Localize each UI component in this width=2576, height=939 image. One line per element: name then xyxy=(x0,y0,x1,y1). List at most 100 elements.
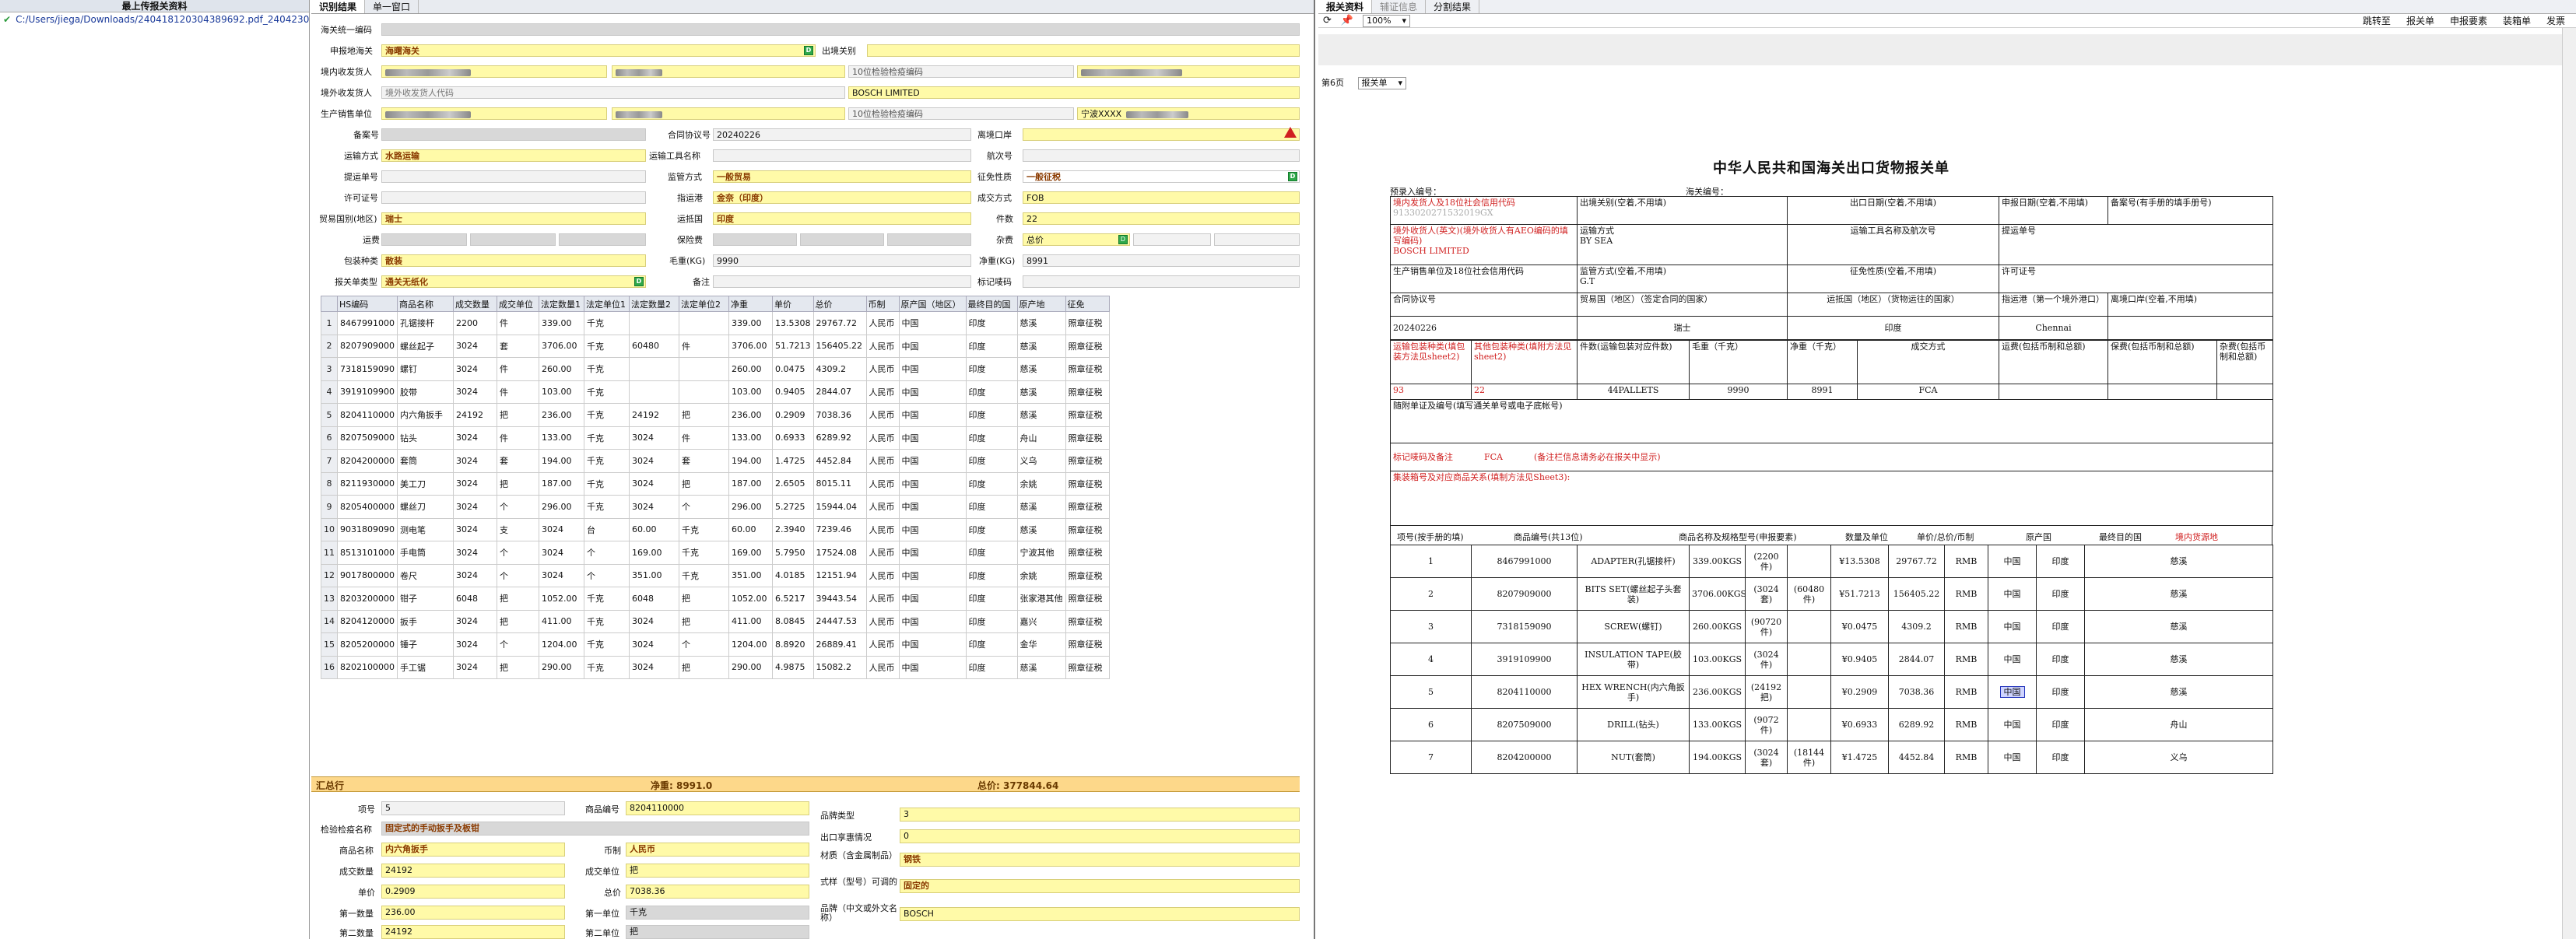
jump-declaration-button[interactable]: 报关单 xyxy=(2403,14,2437,27)
goods-col-header[interactable]: 成交数量 xyxy=(453,296,497,312)
table-cell[interactable]: 15944.04 xyxy=(812,495,867,519)
goods-col-header[interactable]: 商品名称 xyxy=(397,296,454,312)
table-cell[interactable]: 290.00 xyxy=(728,655,773,679)
table-cell[interactable]: 支 xyxy=(497,517,539,541)
table-cell[interactable]: 慈溪 xyxy=(1016,380,1066,404)
table-cell[interactable]: 10 xyxy=(321,517,338,541)
table-cell[interactable]: 103.00 xyxy=(728,380,773,404)
table-cell[interactable]: 351.00 xyxy=(629,563,679,587)
table-row[interactable]: 15 8205200000 锤子 3024 个 1204.00 千克 3024 个 1204.00… xyxy=(321,632,1110,657)
table-row[interactable]: 6 8207509000 钻头 3024 件 133.00 千克 3024 件 133.00 0.6… xyxy=(321,426,1110,450)
goods-col-header[interactable]: 币制 xyxy=(865,296,900,312)
table-cell[interactable]: 照章征税 xyxy=(1065,632,1110,657)
table-cell[interactable]: 6048 xyxy=(629,587,679,611)
file-item[interactable]: ✔ C:/Users/jiega/Downloads/2404181203043… xyxy=(0,12,309,26)
table-cell[interactable]: 中国 xyxy=(898,403,967,427)
table-cell[interactable]: 千克 xyxy=(584,311,630,335)
table-cell[interactable]: 296.00 xyxy=(728,495,773,519)
table-row[interactable]: 16 8202100000 手工锯 3024 把 290.00 千克 3024 把 290.00 4… xyxy=(321,655,1110,679)
table-cell[interactable]: 169.00 xyxy=(728,541,773,565)
name-field[interactable]: 内六角扳手 xyxy=(381,843,565,857)
tab-recognition[interactable]: 识别结果 xyxy=(311,0,366,13)
relation-field[interactable]: 通关无纸化 D xyxy=(381,275,646,288)
table-cell[interactable]: 3024 xyxy=(539,541,584,565)
deal-mode-field[interactable]: FOB xyxy=(1023,191,1300,204)
table-cell[interactable]: 照章征税 xyxy=(1065,517,1110,541)
table-cell[interactable]: 60.00 xyxy=(728,517,773,541)
table-cell[interactable]: 人民币 xyxy=(865,495,900,519)
table-cell[interactable]: 1204.00 xyxy=(539,632,584,657)
table-cell[interactable]: 8207509000 xyxy=(337,426,398,450)
table-cell[interactable]: 8.0845 xyxy=(772,609,814,633)
table-cell[interactable]: 人民币 xyxy=(865,403,900,427)
bill-field[interactable] xyxy=(381,170,646,183)
supervision-field[interactable]: 一般贸易 xyxy=(713,170,971,183)
table-cell[interactable]: 中国 xyxy=(898,587,967,611)
inspect-name-field[interactable]: 固定式的手动扳手及板钳 xyxy=(381,822,809,836)
table-row[interactable]: 12 9017800000 卷尺 3024 个 3024 个 351.00 千克 351.00 4.… xyxy=(321,563,1110,587)
table-cell[interactable]: 411.00 xyxy=(728,609,773,633)
table-cell[interactable]: 中国 xyxy=(898,541,967,565)
table-cell[interactable]: 156405.22 xyxy=(812,334,867,358)
table-cell[interactable]: 人民币 xyxy=(865,357,900,381)
table-cell[interactable]: 3024 xyxy=(453,541,497,565)
table-cell[interactable]: 个 xyxy=(497,541,539,565)
transport-field[interactable]: 水路运输 xyxy=(381,149,646,162)
table-cell[interactable]: 2200 xyxy=(453,311,497,335)
table-cell[interactable]: 9017800000 xyxy=(337,563,398,587)
goods-col-header[interactable] xyxy=(321,296,338,312)
table-cell[interactable]: 照章征税 xyxy=(1065,334,1110,358)
law-qty2-field[interactable]: 24192 xyxy=(381,925,565,939)
table-row[interactable]: 14 8204120000 扳手 3024 把 411.00 千克 3024 把 411.00 8.… xyxy=(321,609,1110,633)
table-cell[interactable]: 0.0475 xyxy=(772,357,814,381)
table-cell[interactable]: 8202100000 xyxy=(337,655,398,679)
unit-field[interactable]: 把 xyxy=(626,864,809,878)
table-cell[interactable]: 1 xyxy=(321,311,338,335)
table-cell[interactable]: 3024 xyxy=(453,655,497,679)
table-cell[interactable]: 个 xyxy=(679,495,729,519)
table-cell[interactable] xyxy=(629,357,679,381)
goods-col-header[interactable]: 成交单位 xyxy=(497,296,539,312)
code-field[interactable]: 8204110000 xyxy=(626,801,809,815)
goods-col-header[interactable]: 法定数量2 xyxy=(629,296,679,312)
table-cell[interactable]: 千克 xyxy=(584,380,630,404)
table-cell[interactable]: 把 xyxy=(679,609,729,633)
table-cell[interactable]: 把 xyxy=(679,587,729,611)
table-cell[interactable]: 29767.72 xyxy=(812,311,867,335)
table-cell[interactable]: 螺丝起子 xyxy=(397,334,454,358)
table-cell[interactable]: 螺丝刀 xyxy=(397,495,454,519)
table-cell[interactable]: 套筒 xyxy=(397,449,454,473)
jump-elements-button[interactable]: 申报要素 xyxy=(2447,14,2490,27)
table-row[interactable]: 13 8203200000 钳子 6048 把 1052.00 千克 6048 把 1052.00… xyxy=(321,587,1110,611)
table-cell[interactable]: 张家港其他 xyxy=(1016,587,1066,611)
vehicle-field[interactable] xyxy=(713,149,971,162)
table-cell[interactable]: 3024 xyxy=(629,426,679,450)
table-cell[interactable]: 5.7950 xyxy=(772,541,814,565)
insurance-field-3[interactable] xyxy=(887,233,971,246)
lookup-icon[interactable]: D xyxy=(1288,172,1297,181)
table-cell[interactable]: 26889.41 xyxy=(812,632,867,657)
table-cell[interactable]: 中国 xyxy=(898,655,967,679)
refresh-icon[interactable]: ⟳ xyxy=(1323,15,1332,26)
insurance-field-2[interactable] xyxy=(800,233,884,246)
table-cell[interactable]: 个 xyxy=(497,563,539,587)
table-cell[interactable]: 194.00 xyxy=(539,449,584,473)
gross-field[interactable]: 9990 xyxy=(713,254,971,267)
table-cell[interactable]: 8203200000 xyxy=(337,587,398,611)
table-cell[interactable]: 印度 xyxy=(965,426,1018,450)
table-cell[interactable]: 照章征税 xyxy=(1065,426,1110,450)
table-row[interactable]: 1 8467991000 孔锯接杆 2200 件 339.00 千克 339.00 13.530… xyxy=(321,311,1110,335)
table-cell[interactable]: 中国 xyxy=(898,632,967,657)
record-no-field[interactable] xyxy=(381,128,646,141)
table-cell[interactable]: 个 xyxy=(497,632,539,657)
table-cell[interactable]: 件 xyxy=(497,426,539,450)
goods-col-header[interactable]: 原产国（地区） xyxy=(898,296,967,312)
table-cell[interactable]: 件 xyxy=(497,311,539,335)
table-cell[interactable]: 余姚 xyxy=(1016,471,1066,496)
table-row[interactable]: 8 8211930000 美工刀 3024 把 187.00 千克 3024 把 187.00 2.… xyxy=(321,471,1110,496)
remark-field[interactable] xyxy=(713,275,971,288)
table-cell[interactable]: 人民币 xyxy=(865,632,900,657)
table-cell[interactable]: 中国 xyxy=(898,517,967,541)
table-cell[interactable]: 0.6933 xyxy=(772,426,814,450)
table-cell[interactable]: 8204120000 xyxy=(337,609,398,633)
